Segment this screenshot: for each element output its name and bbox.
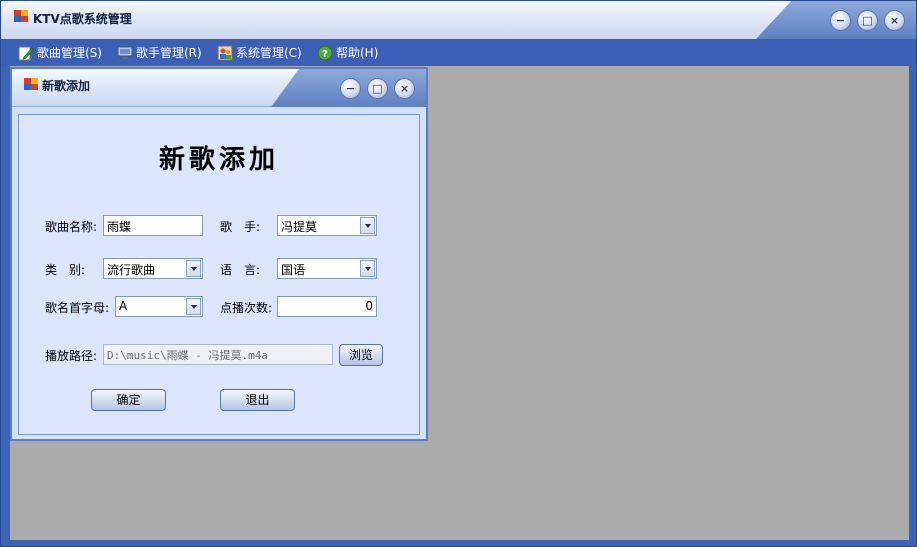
svg-text:?: ? — [322, 49, 328, 60]
close-button[interactable]: × — [884, 10, 905, 31]
chevron-down-icon[interactable] — [360, 260, 375, 277]
singer-select-value: 冯提莫 — [281, 220, 318, 234]
maximize-icon: □ — [372, 82, 383, 95]
language-select-value: 国语 — [281, 263, 306, 277]
menu-song-management[interactable]: 歌曲管理(S) — [18, 43, 102, 62]
menubar: 歌曲管理(S) 歌手管理(R) 系统管理(C) ? 帮助(H) — [1, 39, 916, 66]
help-icon: ? — [317, 45, 333, 61]
path-label: 播放路径: — [45, 349, 98, 363]
singer-select[interactable]: 冯提莫 — [277, 215, 377, 236]
play-count-input[interactable]: 0 — [277, 296, 377, 317]
users-icon — [217, 45, 233, 61]
browse-button[interactable]: 浏览 — [339, 344, 383, 366]
menu-label: 歌手管理(R) — [136, 46, 202, 60]
menu-help[interactable]: ? 帮助(H) — [317, 43, 378, 62]
minimize-button[interactable]: − — [830, 10, 851, 31]
initial-select-value: A — [119, 299, 128, 313]
child-window-title: 新歌添加 — [42, 79, 91, 93]
menu-label: 帮助(H) — [336, 46, 379, 60]
confirm-button[interactable]: 确定 — [91, 389, 166, 411]
maximize-icon: □ — [862, 14, 873, 27]
category-select-value: 流行歌曲 — [107, 263, 156, 277]
chevron-down-icon[interactable] — [186, 298, 201, 315]
app-icon — [14, 10, 28, 22]
chevron-down-icon[interactable] — [186, 260, 201, 277]
close-icon: × — [889, 14, 900, 27]
form-heading: 新歌添加 — [158, 145, 279, 175]
language-select[interactable]: 国语 — [277, 258, 377, 279]
form-panel: 新歌添加 歌曲名称: 雨蝶 歌 手: 冯提莫 类 别: 流行歌曲 语 言: 国语… — [18, 114, 420, 435]
category-select[interactable]: 流行歌曲 — [103, 258, 203, 279]
minimize-icon: − — [835, 14, 846, 27]
language-label: 语 言: — [220, 263, 261, 277]
main-titlebar[interactable]: KTV点歌系统管理 − □ × — [1, 1, 916, 39]
song-name-input[interactable]: 雨蝶 — [103, 215, 203, 236]
menu-label: 歌曲管理(S) — [37, 46, 102, 60]
app-title: KTV点歌系统管理 — [33, 12, 132, 26]
singer-monitor-icon — [117, 45, 133, 61]
menu-singer-management[interactable]: 歌手管理(R) — [117, 43, 202, 62]
child-titlebar[interactable]: 新歌添加 − □ × — [12, 69, 426, 107]
child-close-button[interactable]: × — [394, 78, 415, 99]
maximize-button[interactable]: □ — [857, 10, 878, 31]
new-song-window: 新歌添加 − □ × 新歌添加 歌曲名称: 雨蝶 歌 手: 冯提莫 类 别: 流… — [10, 67, 428, 441]
child-maximize-button[interactable]: □ — [367, 78, 388, 99]
menu-label: 系统管理(C) — [236, 46, 302, 60]
play-count-label: 点播次数: — [220, 301, 273, 315]
child-minimize-button[interactable]: − — [340, 78, 361, 99]
menu-system-management[interactable]: 系统管理(C) — [217, 43, 302, 62]
initial-label: 歌名首字母: — [45, 301, 110, 315]
minimize-icon: − — [345, 82, 356, 95]
song-edit-icon — [18, 45, 34, 61]
category-label: 类 别: — [45, 263, 86, 277]
close-icon: × — [399, 82, 410, 95]
chevron-down-icon[interactable] — [360, 217, 375, 234]
window-icon — [24, 78, 38, 90]
initial-select[interactable]: A — [115, 296, 203, 317]
exit-button[interactable]: 退出 — [220, 389, 295, 411]
song-name-label: 歌曲名称: — [45, 220, 98, 234]
path-input: D:\music\雨蝶 - 冯提莫.m4a — [103, 344, 333, 365]
singer-label: 歌 手: — [220, 220, 261, 234]
